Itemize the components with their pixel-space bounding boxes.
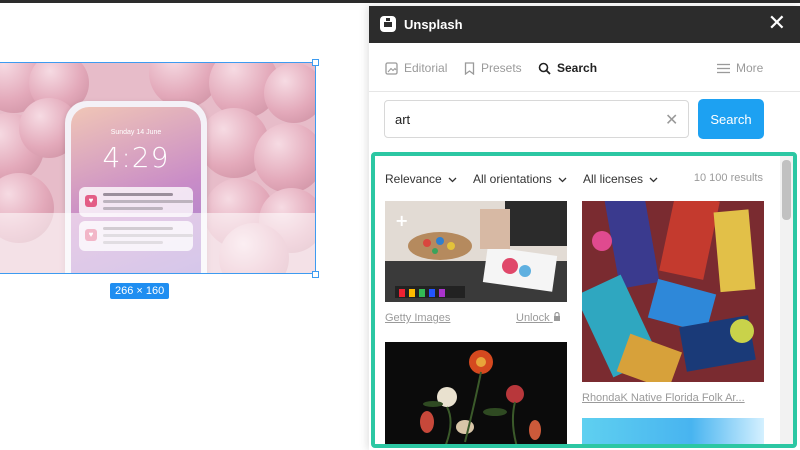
tab-more[interactable]: More [717,61,763,75]
resize-handle-top-right[interactable] [312,59,319,66]
phone-date: Sunday 14 June [110,129,162,136]
search-button[interactable]: Search [698,99,764,139]
close-button[interactable]: ✕ [768,12,786,34]
clear-search-icon[interactable]: ✕ [665,110,678,130]
chevron-down-icon [558,172,567,186]
results-scrollbar[interactable] [780,156,793,444]
results-count: 10 100 results [693,172,763,184]
pink-ball [264,63,315,123]
filter-label: Relevance [385,172,442,186]
tab-editorial[interactable]: Editorial [385,61,447,75]
menu-icon [717,63,730,74]
chevron-down-icon [649,172,658,186]
selected-frame[interactable]: Sunday 14 June 4:29 ♥ ♥ [0,62,316,274]
result-image[interactable] [582,201,764,382]
frame-size-badge: 266 × 160 [110,283,170,299]
license-filter[interactable]: All licenses [583,172,658,186]
tab-label: Editorial [404,61,448,75]
panel-title: Unsplash [404,17,463,32]
unlock-label: Unlock [516,312,550,324]
tab-presets[interactable]: Presets [464,61,522,75]
panel-tabs: Editorial Presets Search More [369,43,800,92]
search-icon [538,62,551,75]
unlock-link[interactable]: Unlock [516,311,561,325]
image-icon [385,61,398,75]
results-area: Relevance All orientations All licenses … [371,152,797,448]
heart-icon: ♥ [85,195,97,207]
filter-label: All licenses [583,172,644,186]
filter-label: All orientations [473,172,552,186]
bookmark-icon [464,61,475,75]
scrollbar-thumb[interactable] [782,160,791,220]
search-input[interactable] [384,100,689,138]
orientation-filter[interactable]: All orientations [473,172,567,186]
result-image[interactable] [385,342,567,444]
pink-ball [254,123,315,193]
result-image[interactable]: + [385,201,567,302]
result-author-link[interactable]: RhondaK Native Florida Folk Ar... [582,392,745,404]
tab-label: Presets [481,61,522,75]
image-fade-overlay [0,213,315,273]
relevance-filter[interactable]: Relevance [385,172,457,186]
chevron-down-icon [448,172,457,186]
unsplash-logo-icon [380,16,396,32]
phone-time: 4:29 [102,141,170,174]
resize-handle-bottom-right[interactable] [312,271,319,278]
tab-search[interactable]: Search [538,61,597,75]
panel-header: Unsplash ✕ [369,6,800,43]
result-author-link[interactable]: Getty Images [385,312,450,324]
host-top-bar [0,0,800,3]
unsplash-panel: Unsplash ✕ Editorial Presets Search More… [369,6,800,450]
tab-label: More [736,61,764,75]
result-image[interactable] [582,418,764,444]
lock-icon [553,311,561,325]
svg-text:+: + [395,211,408,230]
tab-label: Search [557,61,598,75]
